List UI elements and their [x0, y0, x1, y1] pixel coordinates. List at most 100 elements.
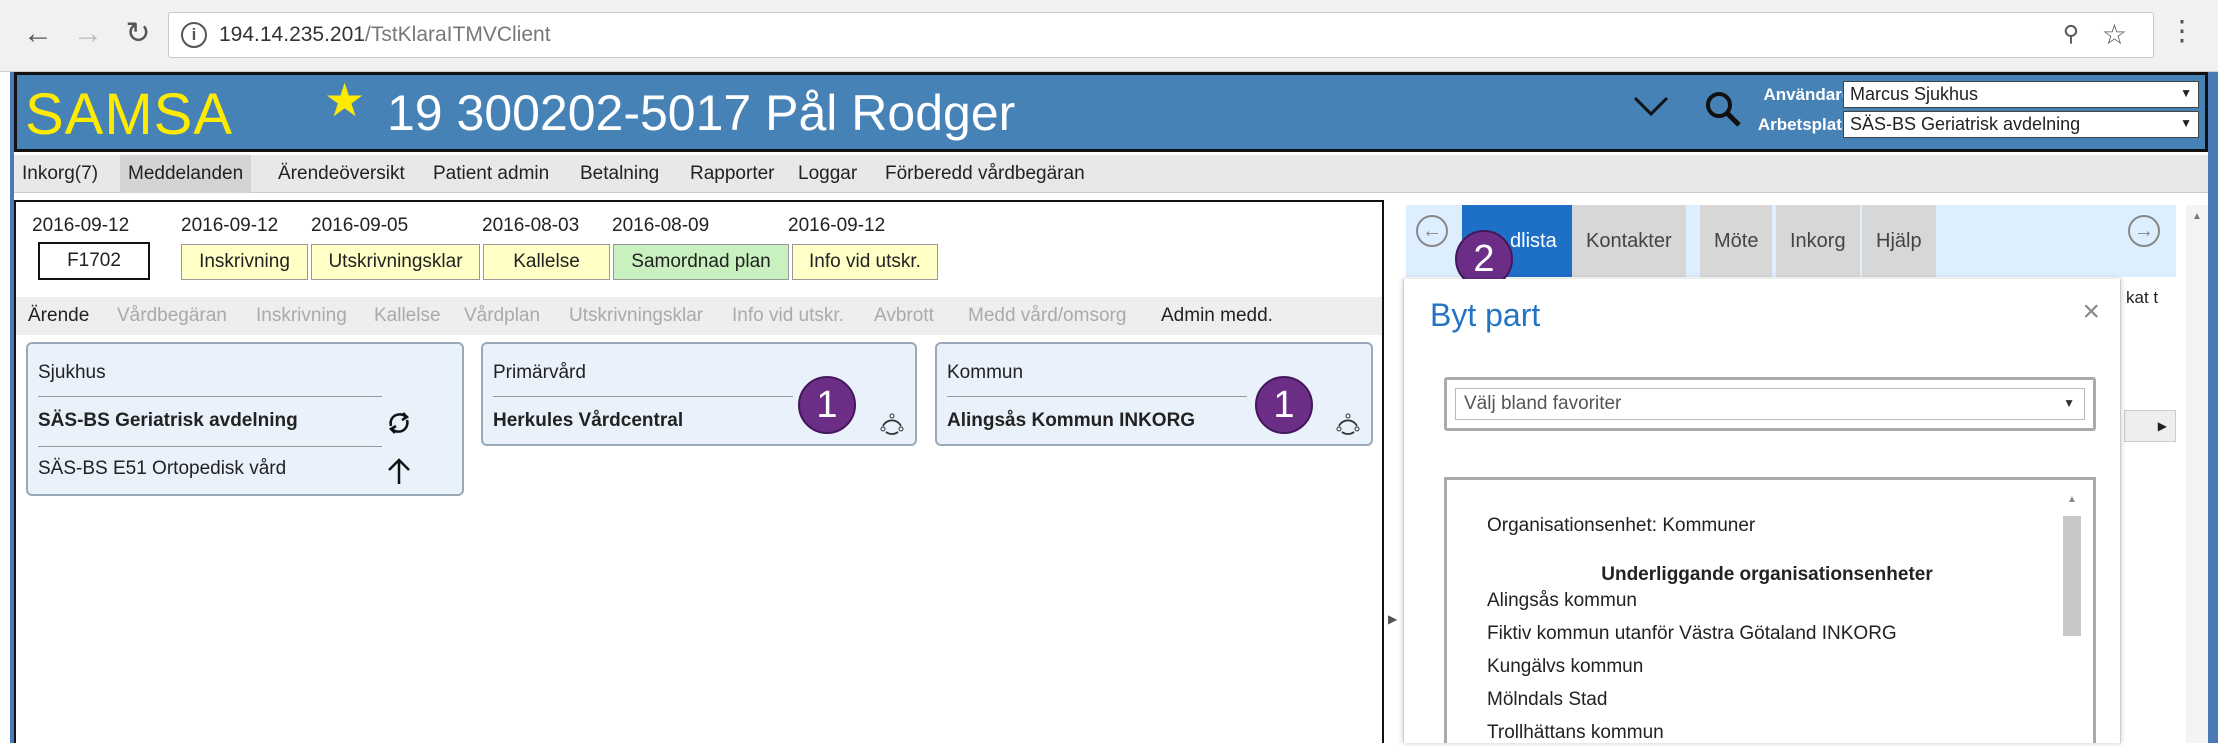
main-menu: Inkorg(7) Meddelanden Ärendeöversikt Pat… — [14, 155, 2208, 193]
favorite-star-icon[interactable]: ★ — [324, 73, 365, 127]
url-path: /TstKlaraITMVClient — [364, 23, 551, 46]
subtab-arende[interactable]: Ärende — [28, 297, 89, 335]
step-badge: 1 — [1255, 376, 1313, 434]
user-label: Användare: — [1763, 85, 1857, 104]
divider — [38, 446, 382, 447]
browser-toolbar: ← → ↻ i 194.14.235.201/TstKlaraITMVClien… — [0, 0, 2218, 72]
dropdown-arrow-icon: ▼ — [2180, 86, 2192, 100]
scroll-up-icon[interactable]: ▲ — [2067, 494, 2077, 505]
status-samordnad-plan[interactable]: Samordnad plan — [613, 244, 789, 280]
dropdown-arrow-icon: ▼ — [2063, 396, 2075, 410]
org-item[interactable]: Fiktiv kommun utanför Västra Götaland IN… — [1487, 623, 1897, 645]
info-icon[interactable]: i — [181, 22, 207, 48]
scrollbar-thumb[interactable] — [2063, 516, 2081, 636]
status-date: 2016-09-05 — [311, 215, 409, 236]
tab-hjalp[interactable]: Hjälp — [1862, 205, 1936, 277]
right-panel-scrollbar[interactable]: ▲ — [2186, 205, 2208, 743]
menu-item-forberedd-vardbegaran[interactable]: Förberedd vårdbegäran — [877, 155, 1093, 193]
right-tabbar: ← dlista Kontakter Möte Inkorg Hjälp → — [1406, 205, 2176, 277]
app-header: SAMSA ★ 19 300202-5017 Pål Rodger Använd… — [14, 72, 2208, 152]
key-icon[interactable]: ⚲ — [2063, 21, 2079, 47]
municipality-value: Alingsås Kommun INKORG — [947, 410, 1196, 431]
status-utskrivningsklar[interactable]: Utskrivningsklar — [311, 244, 480, 280]
subtab-kallelse[interactable]: Kallelse — [374, 297, 441, 335]
municipality-card: Kommun Alingsås Kommun INKORG 1 — [935, 342, 1373, 446]
status-kallelse[interactable]: Kallelse — [483, 244, 610, 280]
back-icon[interactable]: ← — [18, 14, 58, 54]
tab-mote[interactable]: Möte — [1700, 205, 1773, 277]
case-submenu: Ärende Vårdbegäran Inskrivning Kallelse … — [16, 297, 1382, 335]
subtab-utskrivningsklar[interactable]: Utskrivningsklar — [569, 297, 703, 335]
menu-item-meddelanden[interactable]: Meddelanden — [120, 155, 252, 193]
workplace-label: Arbetsplats: — [1757, 115, 1857, 134]
tab-inkorg[interactable]: Inkorg — [1776, 205, 1860, 277]
arrow-up-icon[interactable] — [386, 456, 412, 491]
change-party-icon[interactable] — [877, 408, 907, 443]
status-info-vid-utskr[interactable]: Info vid utskr. — [792, 244, 938, 280]
patient-title: 19 300202-5017 Pål Rodger — [387, 85, 1016, 141]
subtab-inskrivning[interactable]: Inskrivning — [256, 297, 347, 335]
case-id[interactable]: F1702 — [38, 242, 150, 280]
dialog-title: Byt part — [1430, 297, 1541, 333]
divider — [38, 396, 382, 397]
user-value: Marcus Sjukhus — [1850, 84, 1979, 104]
menu-item-rapporter[interactable]: Rapporter — [682, 155, 783, 193]
forward-circle-icon[interactable]: → — [2128, 215, 2160, 247]
hospital-card: Sjukhus SÄS-BS Geriatrisk avdelning SÄS-… — [26, 342, 464, 496]
dropdown-arrow-icon: ▼ — [2180, 116, 2192, 130]
status-date: 2016-09-12 — [181, 215, 279, 236]
workplace-select[interactable]: SÄS-BS Geriatrisk avdelning ▼ — [1843, 111, 2199, 138]
url-text: 194.14.235.201/TstKlaraITMVClient — [219, 23, 551, 47]
menu-item-betalning[interactable]: Betalning — [572, 155, 667, 193]
menu-item-patient-admin[interactable]: Patient admin — [425, 155, 557, 193]
app-logo: SAMSA — [25, 82, 234, 147]
tab-kontakter[interactable]: Kontakter — [1572, 205, 1686, 277]
status-date: 2016-08-09 — [612, 215, 710, 236]
org-item[interactable]: Mölndals Stad — [1487, 689, 1607, 711]
reload-icon[interactable]: ↻ — [118, 14, 158, 54]
menu-item-arendeoversikt[interactable]: Ärendeöversikt — [270, 155, 413, 193]
status-inskrivning[interactable]: Inskrivning — [181, 244, 308, 280]
org-list-scrollbar[interactable]: ▲ — [2063, 494, 2081, 746]
subtab-vardplan[interactable]: Vårdplan — [464, 297, 540, 335]
favorites-select[interactable]: Välj bland favoriter ▼ — [1444, 377, 2096, 431]
subtab-avbrott[interactable]: Avbrott — [874, 297, 934, 335]
org-item[interactable]: Alingsås kommun — [1487, 590, 1637, 612]
status-date: 2016-09-12 — [788, 215, 886, 236]
scroll-right-icon[interactable]: ▶ — [2124, 410, 2176, 442]
browser-menu-icon[interactable]: ⋮ — [2168, 14, 2196, 47]
subtab-admin-medd[interactable]: Admin medd. — [1161, 297, 1273, 335]
scroll-up-icon[interactable]: ▲ — [2192, 211, 2202, 222]
close-icon[interactable]: × — [2082, 295, 2100, 329]
subtab-medd-vard-omsorg[interactable]: Medd vård/omsorg — [968, 297, 1126, 335]
byt-part-dialog: Byt part × Välj bland favoriter ▼ Organi… — [1403, 279, 2121, 743]
primary-value: Herkules Vårdcentral — [493, 410, 684, 431]
divider — [947, 396, 1247, 397]
municipality-card-title: Kommun — [947, 362, 1024, 383]
sub-units-heading: Underliggande organisationsenheter — [1601, 564, 1933, 585]
forward-icon[interactable]: → — [68, 14, 108, 54]
status-date: 2016-08-03 — [482, 215, 580, 236]
divider — [493, 396, 793, 397]
user-select[interactable]: Marcus Sjukhus ▼ — [1843, 81, 2199, 108]
menu-item-inkorg[interactable]: Inkorg(7) — [14, 155, 106, 193]
org-unit-label: Organisationsenhet: Kommuner — [1487, 515, 1756, 536]
menu-item-loggar[interactable]: Loggar — [790, 155, 865, 193]
org-item[interactable]: Kungälvs kommun — [1487, 656, 1643, 678]
favorites-select-value[interactable]: Välj bland favoriter — [1455, 388, 2085, 420]
primary-card-title: Primärvård — [493, 362, 586, 383]
chevron-down-icon[interactable] — [1631, 87, 1671, 132]
subtab-info-vid-utskr[interactable]: Info vid utskr. — [732, 297, 844, 335]
change-party-icon[interactable] — [1333, 408, 1363, 443]
primary-care-card: Primärvård Herkules Vårdcentral 1 — [481, 342, 917, 446]
address-bar[interactable]: i 194.14.235.201/TstKlaraITMVClient ⚲ ☆ — [168, 12, 2154, 58]
collapse-panel-icon[interactable]: ▶ — [1388, 612, 1397, 626]
clipped-column-header: kat t — [2126, 288, 2159, 307]
swap-icon[interactable] — [384, 408, 414, 443]
subtab-vardbegaran[interactable]: Vårdbegäran — [117, 297, 227, 335]
back-circle-icon[interactable]: ← — [1416, 215, 1448, 247]
hospital-primary: SÄS-BS Geriatrisk avdelning — [38, 410, 298, 431]
org-item[interactable]: Trollhättans kommun — [1487, 722, 1664, 744]
url-host: 194.14.235.201 — [219, 23, 365, 46]
bookmark-star-icon[interactable]: ☆ — [2102, 18, 2127, 51]
